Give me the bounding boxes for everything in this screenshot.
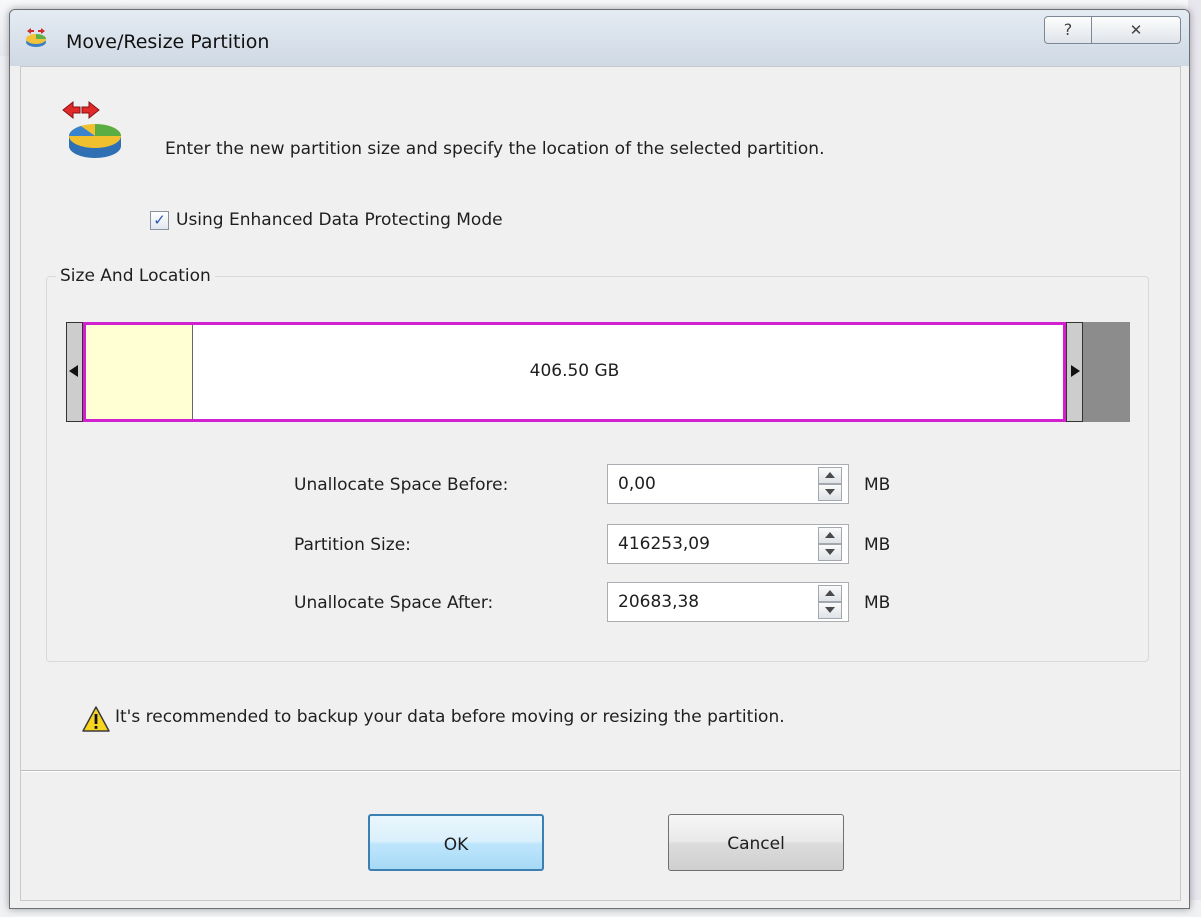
partition-map: 406.50 GB [66, 322, 1130, 422]
unit-label: MB [864, 593, 891, 613]
right-arrow-icon [1071, 365, 1080, 377]
unallocated-before-label: Unallocate Space Before: [294, 475, 509, 495]
instruction-text: Enter the new partition size and specify… [165, 139, 825, 159]
left-arrow-icon [69, 365, 78, 377]
backup-warning-text: It's recommended to backup your data bef… [115, 707, 785, 727]
unit-label: MB [864, 535, 891, 555]
partition-size-label: 406.50 GB [529, 361, 620, 381]
spin-up-icon [825, 472, 835, 478]
help-button[interactable]: ? [1044, 16, 1092, 44]
unallocated-after-input[interactable] [608, 583, 818, 621]
footer-divider-highlight [21, 771, 1180, 772]
partition-size-spinner [818, 527, 842, 561]
unit-label: MB [864, 475, 891, 495]
ok-button[interactable]: OK [368, 814, 544, 871]
partition-size-input[interactable] [608, 525, 818, 563]
spin-down-icon [825, 549, 835, 555]
partition-size-field [607, 524, 849, 564]
left-resize-handle[interactable] [66, 322, 83, 422]
size-location-legend: Size And Location [56, 266, 215, 286]
warning-icon [82, 706, 110, 732]
partition-size-field-label: Partition Size: [294, 535, 411, 555]
partition-size-decrement[interactable] [818, 544, 842, 561]
unallocated-before-spinner [818, 467, 842, 501]
spin-down-icon [825, 489, 835, 495]
partition-app-icon [26, 28, 46, 47]
right-resize-handle[interactable] [1066, 322, 1083, 422]
spin-up-icon [825, 532, 835, 538]
spin-up-icon [825, 590, 835, 596]
unallocated-after-spinner [818, 585, 842, 619]
cancel-button[interactable]: Cancel [668, 814, 844, 871]
dialog-body: Enter the new partition size and specify… [20, 66, 1181, 901]
spin-down-icon [825, 607, 835, 613]
unallocated-before-input[interactable] [608, 465, 818, 503]
unallocated-after-decrement[interactable] [818, 602, 842, 619]
unallocated-before-decrement[interactable] [818, 484, 842, 501]
unallocated-after-field [607, 582, 849, 622]
unallocated-after-increment[interactable] [818, 585, 842, 602]
move-resize-icon [62, 100, 121, 158]
title-bar[interactable]: Move/Resize Partition ? ✕ [10, 10, 1189, 66]
unallocated-before-field [607, 464, 849, 504]
close-button[interactable]: ✕ [1091, 16, 1181, 44]
dialog-title: Move/Resize Partition [66, 31, 270, 53]
partition-size-increment[interactable] [818, 527, 842, 544]
enhanced-mode-label[interactable]: Using Enhanced Data Protecting Mode [176, 210, 503, 230]
partition-block[interactable]: 406.50 GB [83, 322, 1066, 422]
unallocated-before-increment[interactable] [818, 467, 842, 484]
enhanced-mode-checkbox[interactable]: ✓ [150, 211, 169, 230]
move-resize-dialog: Move/Resize Partition ? ✕ Enter the new … [9, 9, 1190, 909]
unallocated-after-label: Unallocate Space After: [294, 593, 494, 613]
